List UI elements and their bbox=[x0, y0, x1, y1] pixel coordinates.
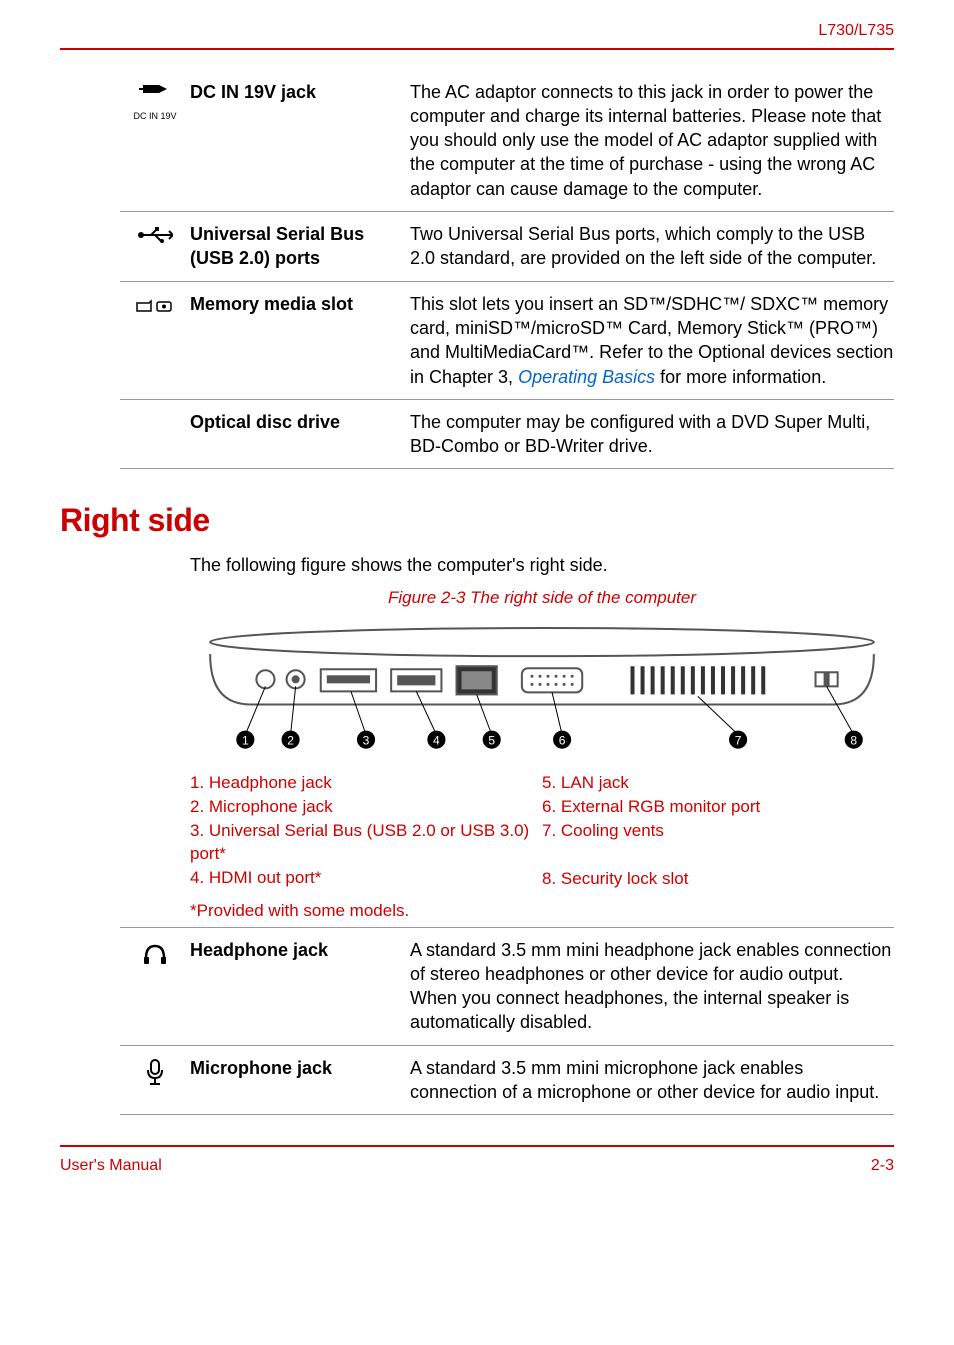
right-side-diagram: 1 2 3 4 5 6 7 8 bbox=[190, 624, 894, 761]
svg-text:4: 4 bbox=[433, 734, 440, 748]
usb-term: Universal Serial Bus (USB 2.0) ports bbox=[190, 222, 410, 271]
svg-text:5: 5 bbox=[488, 734, 495, 748]
optical-desc: The computer may be configured with a DV… bbox=[410, 410, 894, 459]
svg-text:8: 8 bbox=[850, 734, 857, 748]
svg-text:3: 3 bbox=[363, 734, 370, 748]
callout-1: 1. Headphone jack bbox=[190, 772, 542, 795]
callout-3: 3. Universal Serial Bus (USB 2.0 or USB … bbox=[190, 820, 542, 866]
dc-in-desc: The AC adaptor connects to this jack in … bbox=[410, 80, 894, 201]
section-title: Right side bbox=[60, 499, 894, 542]
footer-right: 2-3 bbox=[871, 1155, 894, 1177]
svg-text:2: 2 bbox=[287, 734, 294, 748]
row-dc-in: DC IN 19V DC IN 19V jack The AC adaptor … bbox=[120, 70, 894, 212]
optical-icon bbox=[120, 410, 190, 459]
microphone-desc: A standard 3.5 mm mini microphone jack e… bbox=[410, 1056, 894, 1105]
callout-footnote: *Provided with some models. bbox=[190, 900, 894, 923]
row-microphone: Microphone jack A standard 3.5 mm mini m… bbox=[120, 1046, 894, 1116]
microphone-icon bbox=[120, 1056, 190, 1105]
row-usb: Universal Serial Bus (USB 2.0) ports Two… bbox=[120, 212, 894, 282]
callout-5: 5. LAN jack bbox=[542, 772, 894, 795]
callout-8: 8. Security lock slot bbox=[542, 868, 894, 891]
row-optical: Optical disc drive The computer may be c… bbox=[120, 400, 894, 470]
headphone-desc: A standard 3.5 mm mini headphone jack en… bbox=[410, 938, 894, 1035]
memory-term: Memory media slot bbox=[190, 292, 410, 389]
dc-in-term: DC IN 19V jack bbox=[190, 80, 410, 201]
callout-2: 2. Microphone jack bbox=[190, 796, 542, 819]
footer-left: User's Manual bbox=[60, 1155, 162, 1177]
callout-7: 7. Cooling vents bbox=[542, 820, 894, 843]
callout-legend: 1. Headphone jack 2. Microphone jack 3. … bbox=[190, 771, 894, 892]
optical-term: Optical disc drive bbox=[190, 410, 410, 459]
section-intro: The following figure shows the computer'… bbox=[190, 553, 894, 577]
operating-basics-link[interactable]: Operating Basics bbox=[518, 367, 655, 387]
svg-text:7: 7 bbox=[735, 734, 742, 748]
bottom-definition-table: Headphone jack A standard 3.5 mm mini he… bbox=[120, 927, 894, 1116]
svg-text:6: 6 bbox=[559, 734, 566, 748]
headphone-icon bbox=[120, 938, 190, 1035]
memory-desc: This slot lets you insert an SD™/SDHC™/ … bbox=[410, 292, 894, 389]
memory-slot-icon bbox=[120, 292, 190, 389]
svg-text:1: 1 bbox=[242, 734, 249, 748]
header-model: L730/L735 bbox=[60, 20, 894, 50]
page-footer: User's Manual 2-3 bbox=[60, 1145, 894, 1177]
dc-in-icon: DC IN 19V bbox=[120, 80, 190, 201]
headphone-term: Headphone jack bbox=[190, 938, 410, 1035]
usb-icon bbox=[120, 222, 190, 271]
microphone-term: Microphone jack bbox=[190, 1056, 410, 1105]
callout-4: 4. HDMI out port* bbox=[190, 867, 542, 890]
top-definition-table: DC IN 19V DC IN 19V jack The AC adaptor … bbox=[120, 70, 894, 470]
callout-6: 6. External RGB monitor port bbox=[542, 796, 894, 819]
row-headphone: Headphone jack A standard 3.5 mm mini he… bbox=[120, 928, 894, 1046]
row-memory: Memory media slot This slot lets you ins… bbox=[120, 282, 894, 400]
usb-desc: Two Universal Serial Bus ports, which co… bbox=[410, 222, 894, 271]
figure-caption: Figure 2-3 The right side of the compute… bbox=[190, 587, 894, 610]
